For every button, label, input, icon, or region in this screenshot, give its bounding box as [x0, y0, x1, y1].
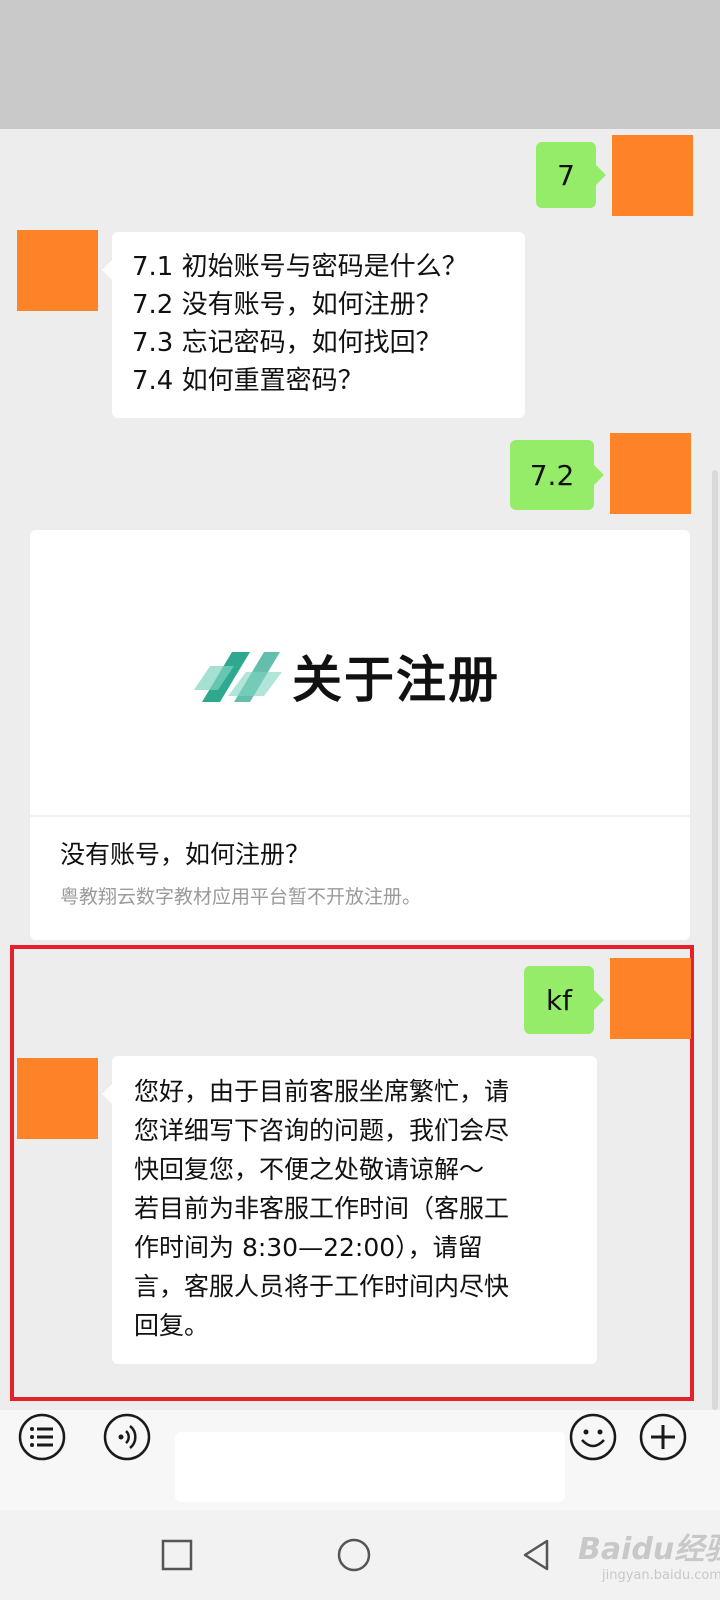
- self-message-bubble[interactable]: 7: [536, 142, 606, 208]
- card-divider: [30, 815, 690, 817]
- reply-line: 您详细写下咨询的问题，我们会尽: [134, 1116, 510, 1145]
- top-status-bar: [0, 0, 720, 129]
- reply-line: 言，客服人员将于工作时间内尽快: [134, 1272, 510, 1301]
- reply-line: 回复。: [134, 1311, 210, 1340]
- menu-option: 7.3 忘记密码，如何找回？: [132, 328, 442, 358]
- plus-icon[interactable]: [638, 1412, 688, 1462]
- self-avatar[interactable]: [612, 135, 693, 216]
- contact-avatar[interactable]: [17, 1058, 98, 1139]
- article-cover-title: 关于注册: [292, 651, 500, 709]
- reply-line: 快回复您，不便之处敬请谅解～: [134, 1155, 485, 1184]
- message-text: kf: [545, 983, 573, 1017]
- square-recent-icon[interactable]: [155, 1533, 199, 1577]
- article-description: 粤教翔云数字教材应用平台暂不开放注册。: [60, 886, 422, 908]
- reply-line: 若目前为非客服工作时间（客服工: [134, 1194, 510, 1223]
- emoji-icon[interactable]: [568, 1412, 618, 1462]
- platform-logo-icon: [194, 652, 282, 702]
- self-message-bubble[interactable]: 7.2: [510, 440, 604, 510]
- contact-message-bubble[interactable]: 您好，由于目前客服坐席繁忙，请 您详细写下咨询的问题，我们会尽 快回复您，不便之…: [102, 1056, 597, 1364]
- menu-option: 7.2 没有账号，如何注册？: [132, 290, 442, 320]
- self-message-bubble[interactable]: kf: [524, 966, 604, 1034]
- article-title: 没有账号，如何注册？: [60, 840, 311, 869]
- watermark-url: jingyan.baidu.com: [602, 1568, 720, 1583]
- circle-home-icon[interactable]: [332, 1533, 376, 1577]
- message-text: 7.2: [529, 458, 575, 492]
- menu-option: 7.4 如何重置密码？: [132, 366, 364, 396]
- scrollbar[interactable]: [712, 470, 718, 1410]
- voice-icon[interactable]: [102, 1412, 152, 1462]
- list-menu-icon[interactable]: [17, 1412, 67, 1462]
- reply-line: 作时间为 8:30—22:00），请留: [134, 1233, 483, 1262]
- watermark: Baidu经验 jingyan.baidu.com: [558, 1520, 720, 1592]
- message-text: 7: [557, 158, 575, 192]
- watermark-brand: Baidu经验: [578, 1532, 720, 1567]
- self-avatar[interactable]: [610, 433, 691, 514]
- triangle-back-icon[interactable]: [515, 1533, 559, 1577]
- article-card[interactable]: 关于注册 没有账号，如何注册？ 粤教翔云数字教材应用平台暂不开放注册。: [30, 530, 690, 940]
- contact-avatar[interactable]: [17, 230, 98, 311]
- reply-line: 您好，由于目前客服坐席繁忙，请: [134, 1077, 510, 1106]
- message-input[interactable]: [175, 1432, 565, 1502]
- self-avatar[interactable]: [610, 958, 691, 1039]
- menu-option: 7.1 初始账号与密码是什么？: [132, 252, 468, 282]
- contact-message-bubble[interactable]: 7.1 初始账号与密码是什么？ 7.2 没有账号，如何注册？ 7.3 忘记密码，…: [102, 232, 525, 418]
- article-cover: 关于注册: [30, 530, 690, 815]
